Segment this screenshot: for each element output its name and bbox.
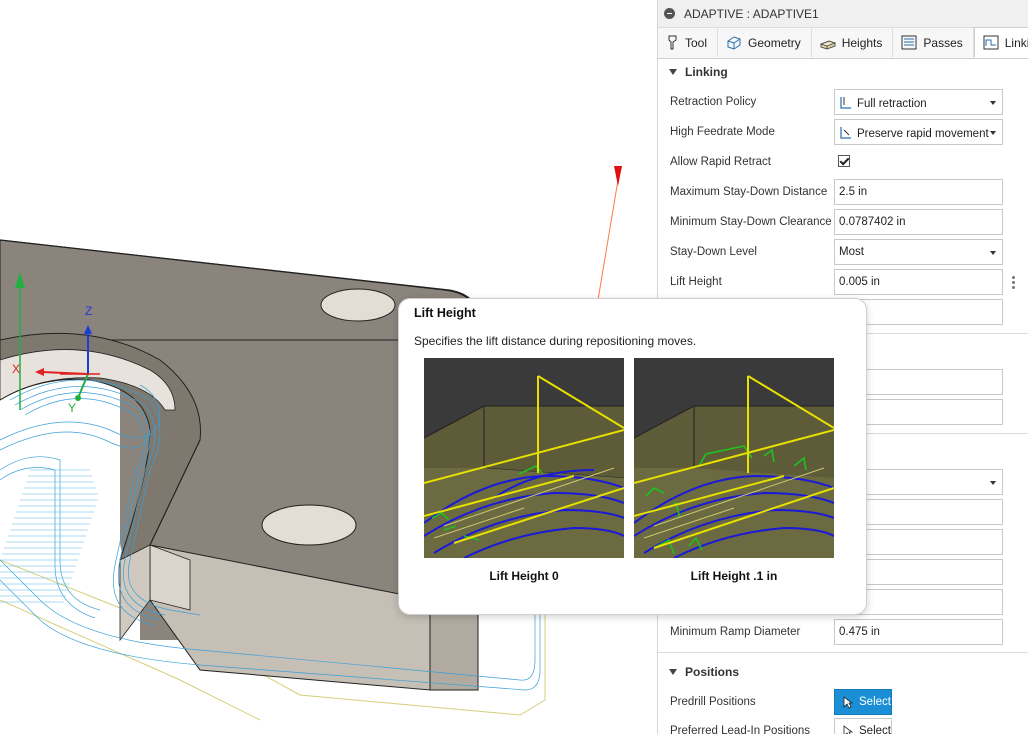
preferred-lead-in-label: Preferred Lead-In Positions (670, 725, 810, 734)
tab-bar: Tool Geometry Heights Passes Linking (658, 27, 1028, 59)
passes-icon (901, 35, 917, 50)
chevron-down-icon (990, 251, 996, 255)
retraction-policy-select[interactable]: Full retraction (834, 89, 1003, 115)
preferred-lead-in-row: Preferred Lead-In Positions Select (658, 718, 1028, 734)
predrill-row: Predrill Positions Select (658, 689, 1028, 717)
stay-down-level-label: Stay-Down Level (670, 246, 757, 258)
cursor-arrow-icon (843, 724, 853, 734)
panel-title: ADAPTIVE : ADAPTIVE1 (684, 6, 819, 21)
tooltip-image-lift-0 (424, 358, 624, 558)
select-label: Select (859, 696, 891, 708)
tab-passes[interactable]: Passes (893, 28, 974, 57)
tab-linking[interactable]: Linking (973, 27, 1028, 58)
hole-lower (261, 504, 357, 546)
chevron-down-icon (990, 481, 996, 485)
max-stay-down-row: Maximum Stay-Down Distance 2.5 in (658, 179, 1028, 207)
more-options-icon[interactable] (1012, 276, 1015, 290)
allow-rapid-retract-label: Allow Rapid Retract (670, 156, 771, 168)
lift-height-label: Lift Height (670, 276, 722, 288)
tool-marker-icon (614, 166, 622, 186)
tooltip-caption-lift-0: Lift Height 0 (489, 569, 559, 583)
divider (658, 652, 1028, 653)
stay-down-level-value: Most (839, 246, 864, 258)
section-label: Linking (685, 65, 728, 79)
linking-icon (983, 35, 999, 50)
predrill-select-button[interactable]: Select (834, 689, 892, 715)
tool-icon (668, 35, 677, 50)
panel-header: ADAPTIVE : ADAPTIVE1 (658, 0, 1028, 28)
chevron-down-icon (990, 101, 996, 105)
max-stay-down-input[interactable]: 2.5 in (834, 179, 1003, 205)
tooltip-title: Lift Height (414, 306, 476, 320)
select-label: Select (859, 725, 891, 734)
stay-down-level-select[interactable]: Most (834, 239, 1003, 265)
tab-label: Passes (923, 35, 963, 50)
cursor-arrow-icon (843, 695, 853, 709)
tab-label: Tool (685, 35, 708, 50)
retraction-policy-row: Retraction Policy Full retraction (658, 89, 1028, 117)
lift-height-input[interactable]: 0.005 in (834, 269, 1003, 295)
high-feedrate-label: High Feedrate Mode (670, 126, 775, 138)
collapse-icon[interactable] (664, 8, 675, 19)
heights-icon (819, 40, 836, 50)
tooltip-description: Specifies the lift distance during repos… (414, 334, 697, 348)
tab-label: Geometry (748, 35, 801, 50)
feedrate-icon (840, 127, 851, 139)
min-ramp-diameter-label: Minimum Ramp Diameter (670, 626, 801, 638)
helix-toolpath (0, 469, 98, 603)
collapse-triangle-icon (669, 69, 677, 75)
section-label: Positions (685, 665, 740, 679)
chevron-down-icon (990, 131, 996, 135)
max-stay-down-label: Maximum Stay-Down Distance (670, 186, 828, 198)
y-axis-label: Y (68, 401, 76, 415)
allow-rapid-retract-row: Allow Rapid Retract (658, 149, 1028, 177)
retraction-icon (840, 97, 851, 109)
hole-upper (320, 288, 396, 322)
allow-rapid-retract-checkbox[interactable] (838, 155, 850, 167)
high-feedrate-value: Preserve rapid movement (857, 128, 989, 140)
tooltip-image-lift-01 (634, 358, 834, 558)
geometry-icon (727, 36, 741, 50)
stay-down-level-row: Stay-Down Level Most (658, 239, 1028, 267)
tab-heights[interactable]: Heights (812, 28, 894, 57)
section-linking[interactable]: Linking (658, 59, 1028, 85)
retraction-policy-label: Retraction Policy (670, 96, 757, 108)
lift-height-tooltip: Lift Height Specifies the lift distance … (398, 298, 867, 615)
tab-geometry[interactable]: Geometry (718, 28, 812, 57)
retraction-policy-value: Full retraction (857, 98, 927, 110)
min-stay-down-input[interactable]: 0.0787402 in (834, 209, 1003, 235)
tool-axis-line (597, 179, 619, 301)
high-feedrate-select[interactable]: Preserve rapid movement (834, 119, 1003, 145)
predrill-label: Predrill Positions (670, 696, 756, 708)
min-stay-down-label: Minimum Stay-Down Clearance (670, 216, 832, 228)
high-feedrate-row: High Feedrate Mode Preserve rapid moveme… (658, 119, 1028, 147)
tab-label: Heights (841, 35, 883, 50)
tooltip-caption-lift-01: Lift Height .1 in (690, 569, 778, 583)
z-axis-label: Z (85, 304, 92, 318)
min-ramp-diameter-row: Minimum Ramp Diameter 0.475 in (658, 619, 1028, 647)
section-positions[interactable]: Positions (658, 659, 1028, 685)
lift-height-row: Lift Height 0.005 in (658, 269, 1028, 297)
min-stay-down-row: Minimum Stay-Down Clearance 0.0787402 in (658, 209, 1028, 237)
x-axis-label: X (12, 362, 20, 376)
preferred-lead-in-select-button[interactable]: Select (834, 718, 892, 734)
collapse-triangle-icon (669, 669, 677, 675)
min-ramp-diameter-input[interactable]: 0.475 in (834, 619, 1003, 645)
tab-tool[interactable]: Tool (658, 28, 719, 57)
tab-label: Linking (1004, 35, 1028, 50)
